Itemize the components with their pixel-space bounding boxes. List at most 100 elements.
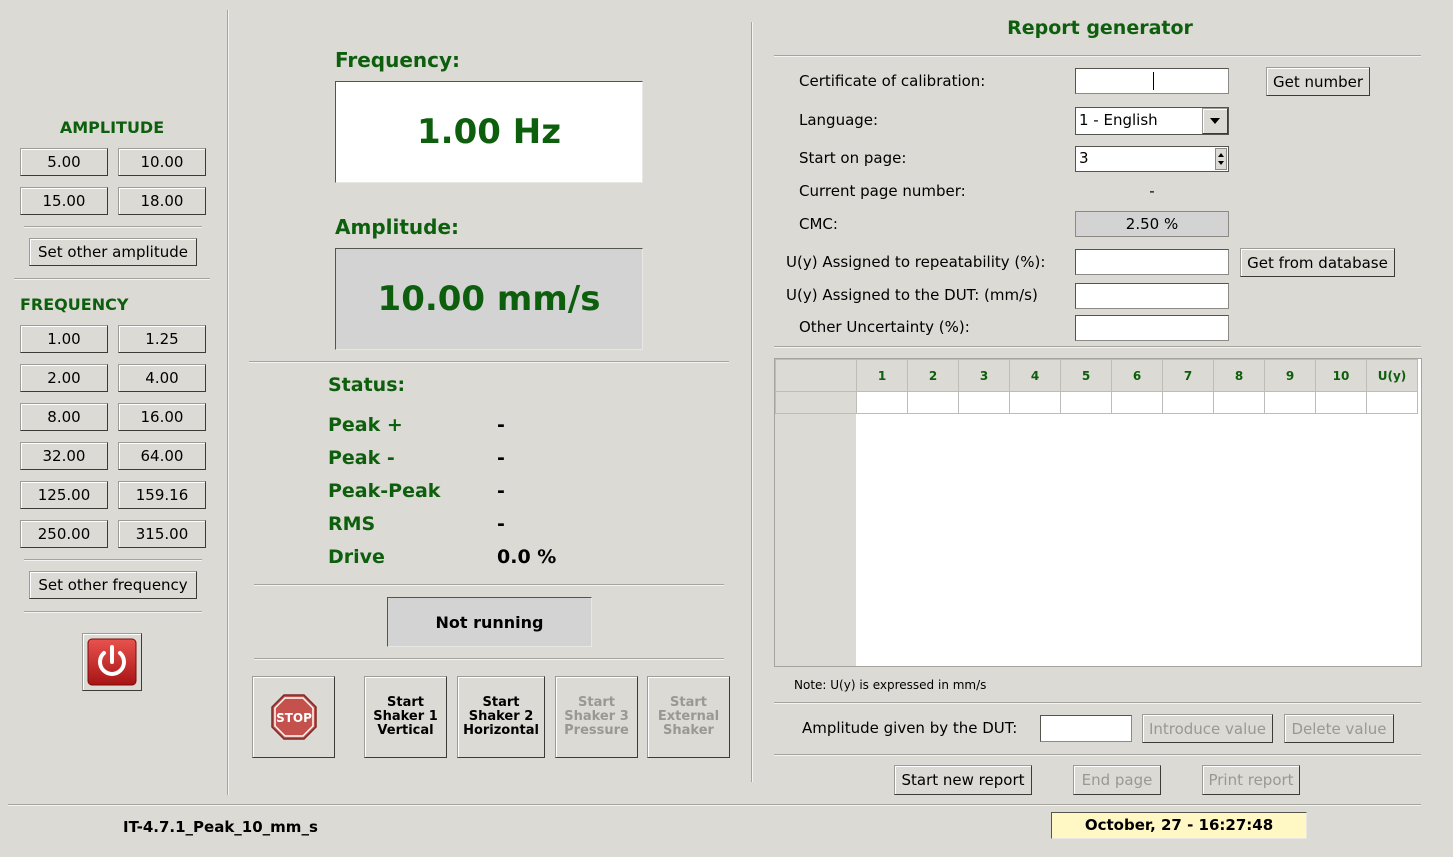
amplitude-dut-label: Amplitude given by the DUT:	[802, 719, 1018, 737]
status-value-rms: -	[497, 513, 505, 535]
power-button[interactable]	[82, 633, 142, 691]
table-cell[interactable]	[1213, 391, 1265, 414]
start-new-report-button[interactable]: Start new report	[894, 765, 1032, 795]
table-cell[interactable]	[907, 391, 959, 414]
amplitude-preset-button[interactable]: 10.00	[118, 148, 206, 176]
other-uncertainty-label: Other Uncertainty (%):	[799, 318, 970, 336]
column-header: 1	[856, 359, 908, 392]
results-table[interactable]: 1 2 3 4 5 6 7 8 9 10 U(y)	[774, 358, 1422, 667]
end-page-button[interactable]: End page	[1073, 765, 1161, 795]
current-page-label: Current page number:	[799, 182, 966, 200]
frequency-preset-button[interactable]: 32.00	[20, 442, 108, 470]
amplitude-preset-button[interactable]: 5.00	[20, 148, 108, 176]
certificate-label: Certificate of calibration:	[799, 72, 986, 90]
report-title: Report generator	[1007, 17, 1193, 39]
amplitude-dut-input[interactable]	[1040, 715, 1132, 742]
start-shaker-3-button[interactable]: Start Shaker 3 Pressure	[555, 676, 638, 758]
column-header: 2	[907, 359, 959, 392]
set-other-amplitude-button[interactable]: Set other amplitude	[29, 238, 197, 266]
frequency-label: Frequency:	[335, 48, 461, 72]
svg-text:STOP: STOP	[276, 711, 312, 725]
amplitude-label: Amplitude:	[335, 215, 460, 239]
status-name-peak-plus: Peak +	[328, 414, 403, 436]
table-cell[interactable]	[1366, 391, 1418, 414]
language-label: Language:	[799, 111, 879, 129]
frequency-preset-button[interactable]: 1.25	[118, 325, 206, 353]
dut-uncertainty-label: U(y) Assigned to the DUT: (mm/s)	[786, 286, 1038, 304]
column-header: 6	[1111, 359, 1163, 392]
current-page-value: -	[1149, 182, 1155, 200]
table-cell[interactable]	[1162, 391, 1214, 414]
frequency-preset-button[interactable]: 4.00	[118, 364, 206, 392]
amplitude-value: 10.00 mm/s	[377, 279, 601, 319]
row-header	[775, 391, 857, 414]
cmc-label: CMC:	[799, 215, 838, 233]
table-cell[interactable]	[1060, 391, 1112, 414]
certificate-input[interactable]	[1075, 68, 1229, 94]
repeatability-input[interactable]	[1075, 249, 1229, 275]
other-uncertainty-input[interactable]	[1075, 315, 1229, 341]
get-from-database-button[interactable]: Get from database	[1240, 248, 1395, 277]
table-cell[interactable]	[856, 391, 908, 414]
column-header: U(y)	[1366, 359, 1418, 392]
delete-value-button[interactable]: Delete value	[1284, 714, 1394, 743]
text-cursor	[1153, 72, 1154, 90]
datetime-display: October, 27 - 16:27:48	[1051, 812, 1307, 839]
start-external-shaker-button[interactable]: Start External Shaker	[647, 676, 730, 758]
table-cell[interactable]	[958, 391, 1010, 414]
stop-sign-icon: STOP	[269, 692, 319, 742]
status-value-peak-minus: -	[497, 447, 505, 469]
column-header: 5	[1060, 359, 1112, 392]
status-name-peak-peak: Peak-Peak	[328, 480, 441, 502]
amplitude-preset-button[interactable]: 18.00	[118, 187, 206, 215]
column-header: 8	[1213, 359, 1265, 392]
start-page-value: 3	[1079, 149, 1089, 167]
column-header: 9	[1264, 359, 1316, 392]
amplitude-section-title: AMPLITUDE	[59, 118, 165, 137]
frequency-preset-button[interactable]: 125.00	[20, 481, 108, 509]
status-name-peak-minus: Peak -	[328, 447, 395, 469]
frequency-preset-button[interactable]: 16.00	[118, 403, 206, 431]
status-label: Status:	[328, 374, 406, 396]
print-report-button[interactable]: Print report	[1202, 765, 1300, 795]
start-shaker-2-button[interactable]: Start Shaker 2 Horizontal	[457, 676, 545, 758]
introduce-value-button[interactable]: Introduce value	[1142, 714, 1273, 743]
running-state-indicator: Not running	[387, 597, 592, 647]
stop-button[interactable]: STOP	[252, 676, 335, 758]
frequency-preset-button[interactable]: 8.00	[20, 403, 108, 431]
start-page-spinbox[interactable]: 3	[1075, 146, 1229, 172]
language-select-value: 1 - English	[1079, 111, 1158, 129]
status-value-peak-peak: -	[497, 480, 505, 502]
status-name-drive: Drive	[328, 546, 385, 568]
column-header: 4	[1009, 359, 1061, 392]
frequency-section-title: FREQUENCY	[20, 295, 129, 314]
frequency-preset-button[interactable]: 64.00	[118, 442, 206, 470]
column-header: 10	[1315, 359, 1367, 392]
chevron-down-icon[interactable]	[1202, 108, 1228, 134]
frequency-preset-button[interactable]: 250.00	[20, 520, 108, 548]
start-shaker-1-button[interactable]: Start Shaker 1 Vertical	[364, 676, 447, 758]
corner-cell	[775, 359, 857, 392]
frequency-preset-button[interactable]: 159.16	[118, 481, 206, 509]
frequency-preset-button[interactable]: 1.00	[20, 325, 108, 353]
amplitude-preset-button[interactable]: 15.00	[20, 187, 108, 215]
language-select[interactable]: 1 - English	[1075, 107, 1229, 135]
status-name-rms: RMS	[328, 513, 376, 535]
frequency-value: 1.00 Hz	[417, 112, 561, 152]
status-value-peak-plus: -	[497, 414, 505, 436]
table-cell[interactable]	[1315, 391, 1367, 414]
set-other-frequency-button[interactable]: Set other frequency	[29, 571, 197, 599]
start-page-label: Start on page:	[799, 149, 907, 167]
spin-arrows-icon[interactable]	[1215, 148, 1227, 170]
units-note: Note: U(y) is expressed in mm/s	[794, 678, 987, 692]
frequency-preset-button[interactable]: 315.00	[118, 520, 206, 548]
table-cell[interactable]	[1264, 391, 1316, 414]
dut-uncertainty-input[interactable]	[1075, 283, 1229, 309]
table-cell[interactable]	[1009, 391, 1061, 414]
frequency-preset-button[interactable]: 2.00	[20, 364, 108, 392]
frequency-display: 1.00 Hz	[335, 81, 643, 183]
cmc-value: 2.50 %	[1075, 211, 1229, 237]
get-number-button[interactable]: Get number	[1266, 67, 1370, 96]
status-value-drive: 0.0 %	[497, 546, 557, 568]
table-cell[interactable]	[1111, 391, 1163, 414]
